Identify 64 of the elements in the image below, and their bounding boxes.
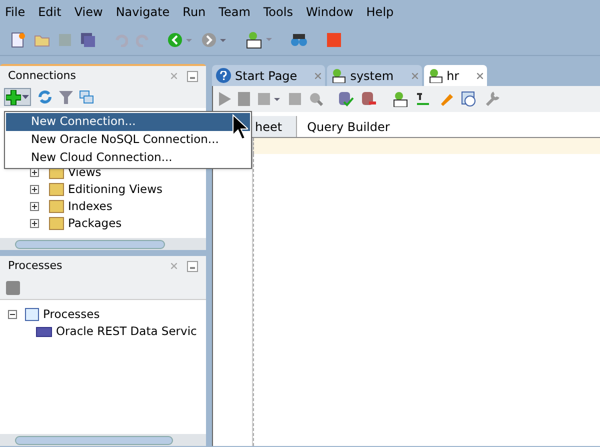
expand-icon[interactable]	[30, 168, 39, 177]
editor-tab[interactable]: hr	[424, 65, 488, 86]
expand-icon[interactable]	[30, 202, 39, 211]
close-icon[interactable]	[315, 72, 322, 78]
menu-item[interactable]: Tools	[263, 3, 293, 21]
tree-item[interactable]: Processes	[43, 306, 100, 324]
menu-item[interactable]: View	[74, 3, 103, 21]
menu-item[interactable]: Navigate	[116, 3, 170, 21]
case-icon[interactable]	[415, 91, 431, 107]
forward-icon[interactable]	[202, 32, 228, 48]
panel-title: Processes	[8, 258, 62, 274]
menu-item[interactable]: Help	[366, 3, 394, 21]
menu-item[interactable]: Window	[306, 3, 354, 21]
stop-button[interactable]	[6, 280, 20, 294]
menu-item[interactable]: Edit	[38, 3, 62, 21]
wrench-icon[interactable]	[484, 91, 500, 107]
sql-connection-icon	[331, 68, 346, 83]
save-all-icon[interactable]	[80, 32, 96, 48]
editor-tab[interactable]: Start Page	[212, 65, 326, 86]
mouse-cursor-icon	[232, 114, 248, 140]
stop-icon[interactable]	[326, 32, 342, 48]
rollback-icon[interactable]	[361, 91, 377, 107]
minimize-icon[interactable]	[187, 70, 198, 82]
caret-icon	[22, 95, 29, 99]
expand-icon[interactable]	[30, 219, 39, 228]
add-connection-button[interactable]	[4, 88, 31, 106]
close-icon[interactable]	[171, 73, 177, 79]
worksheet-tab[interactable]: Query Builder	[297, 116, 400, 137]
run-icon[interactable]	[219, 92, 231, 106]
binoculars-icon[interactable]	[290, 32, 308, 48]
menu-item[interactable]: New Cloud Connection...	[6, 149, 250, 167]
sql-connection-icon	[428, 68, 443, 83]
new-file-icon[interactable]	[10, 32, 26, 48]
scrollbar-thumb[interactable]	[15, 240, 165, 248]
sql-worksheet-icon[interactable]	[392, 91, 408, 107]
tree-item[interactable]: Indexes	[68, 198, 112, 216]
filter-icon[interactable]	[59, 90, 73, 104]
folder-icon	[49, 200, 64, 213]
tree-item[interactable]: Packages	[68, 214, 122, 232]
sql-worksheet-icon[interactable]	[244, 30, 274, 48]
scrollbar-thumb[interactable]	[15, 436, 173, 444]
magnifier-icon[interactable]	[309, 92, 323, 106]
menu-item[interactable]: New Connection...	[6, 113, 250, 131]
expand-icon[interactable]	[30, 185, 39, 194]
menu-item[interactable]: File	[5, 3, 26, 21]
close-icon[interactable]	[171, 263, 177, 269]
folder-icon[interactable]	[34, 32, 50, 46]
panel-title: Connections	[8, 68, 76, 84]
tree-item[interactable]: Oracle REST Data Servic	[56, 322, 197, 340]
menu-item[interactable]: Team	[218, 3, 250, 21]
folder-icon	[49, 183, 64, 196]
refresh-icon[interactable]	[37, 89, 53, 105]
close-icon[interactable]	[477, 72, 484, 78]
editor-tab[interactable]: system	[327, 65, 422, 86]
plus-icon	[6, 90, 21, 104]
close-icon[interactable]	[412, 72, 418, 78]
collapse-icon[interactable]	[8, 310, 17, 319]
back-icon[interactable]	[168, 32, 194, 48]
help-icon	[216, 68, 231, 83]
menu-item[interactable]: Run	[182, 3, 206, 21]
commit-icon[interactable]	[338, 91, 354, 107]
folder-icon	[49, 217, 64, 230]
minimize-icon[interactable]	[187, 260, 198, 272]
tree-item[interactable]: Editioning Views	[68, 180, 163, 198]
